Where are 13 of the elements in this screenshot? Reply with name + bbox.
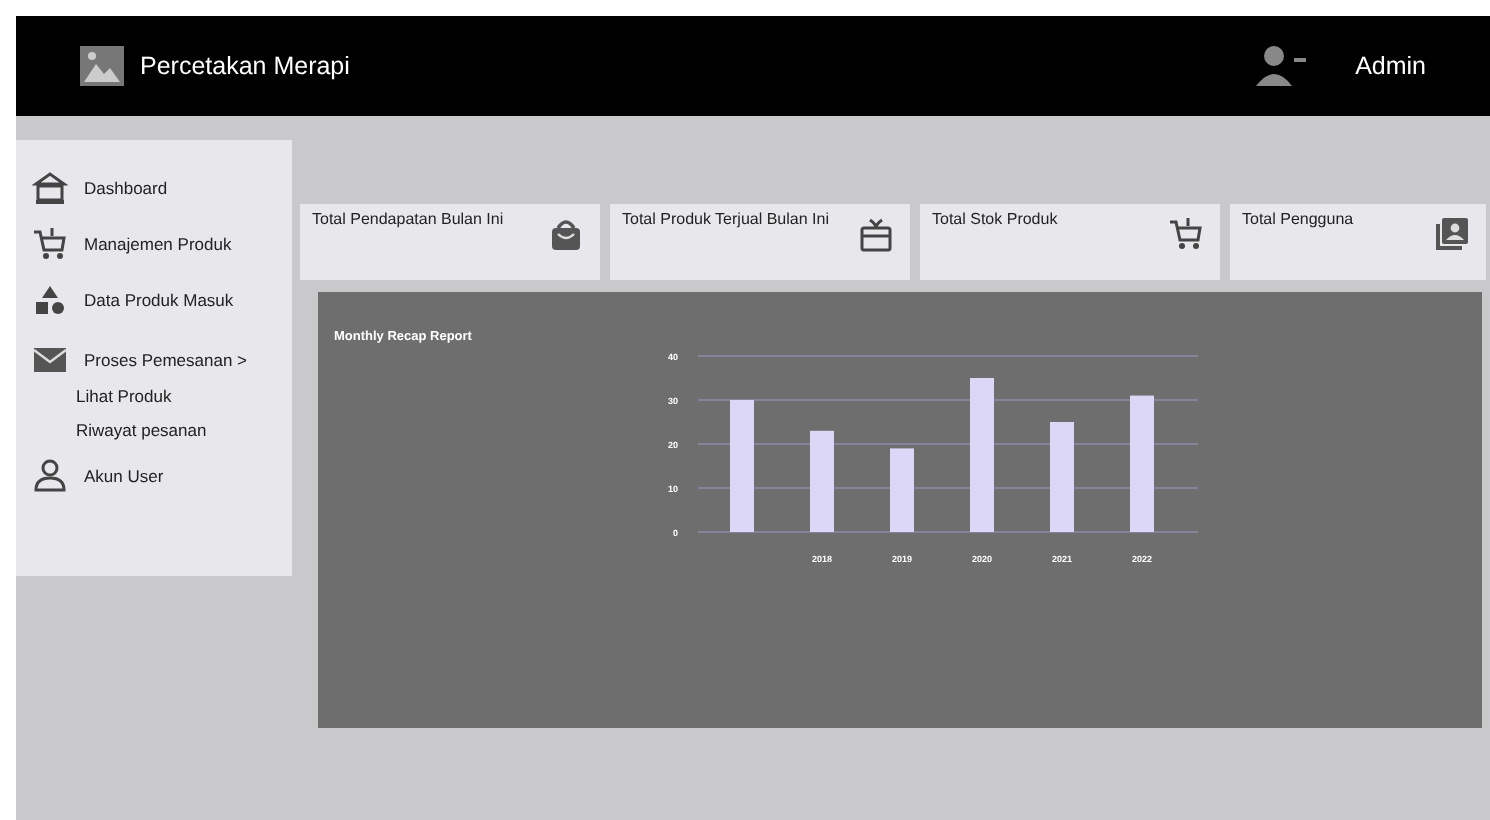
brand-title[interactable]: Percetakan Merapi xyxy=(140,47,350,85)
user-name[interactable]: Admin xyxy=(1355,47,1426,85)
card-label: Total Pendapatan Bulan Ini xyxy=(312,208,504,232)
card-label: Total Pengguna xyxy=(1242,208,1354,232)
sidebar-item[interactable]: Dashboard xyxy=(84,175,168,201)
sidebar-item[interactable]: Manajemen Produk xyxy=(84,231,232,257)
card-label: Total Stok Produk xyxy=(932,208,1058,232)
sidebar-item[interactable]: Akun User xyxy=(84,463,164,489)
sidebar-item[interactable]: Proses Pemesanan > xyxy=(84,347,248,373)
sidebar-subitem[interactable]: Lihat Produk xyxy=(76,384,172,410)
card-label: Total Produk Terjual Bulan Ini xyxy=(622,208,829,232)
sidebar-item[interactable]: Data Produk Masuk xyxy=(84,287,234,313)
sidebar-subitem[interactable]: Riwayat pesanan xyxy=(76,418,207,444)
